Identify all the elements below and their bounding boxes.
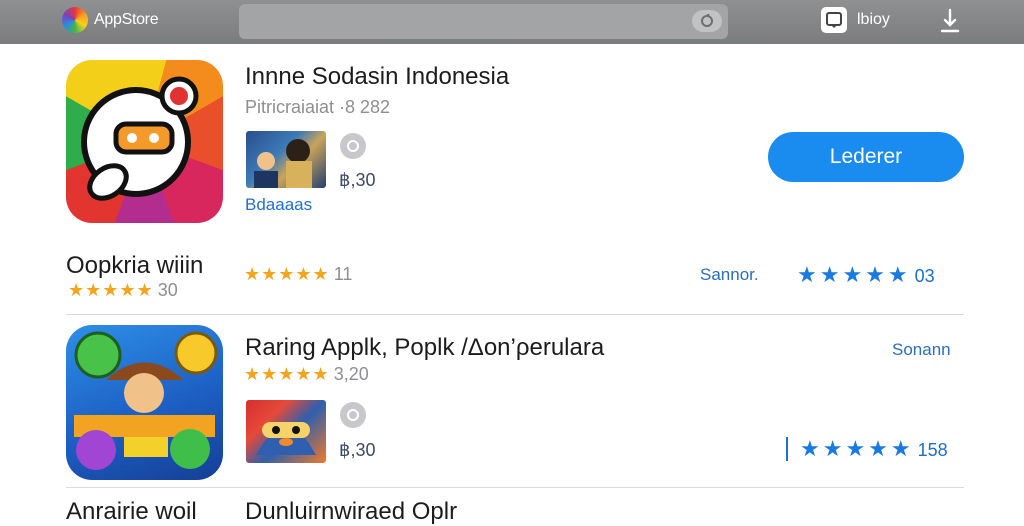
info-icon[interactable]: [340, 133, 366, 159]
app-logo-icon[interactable]: [62, 7, 88, 33]
star-icon: ★★★★★: [244, 264, 330, 284]
app-icon-1[interactable]: [66, 60, 223, 223]
app-title-1[interactable]: Innne Sodasin Indonesia: [245, 63, 509, 91]
screenshot-thumbnail-1[interactable]: [246, 131, 326, 188]
account-label[interactable]: lbioy: [857, 11, 890, 29]
divider: [66, 314, 964, 315]
bottom-mid-title[interactable]: Dunluirnwiraed Oplr: [245, 498, 457, 526]
section-rating: ★★★★★ 30: [68, 280, 178, 300]
search-input[interactable]: [239, 4, 728, 39]
section-title: Oopkria wiiin: [66, 252, 204, 279]
section-blue-rating: ★★★★★ 03: [797, 262, 935, 287]
top-bar: AppStore lbioy: [0, 0, 1024, 44]
info-icon[interactable]: [340, 402, 366, 428]
app-subtitle-1: Pitricraiaiat ·8 282: [245, 97, 391, 117]
divider-bar: [786, 437, 788, 461]
app-title-2[interactable]: Raring Applk, Poplk /Δon’ρerulara: [245, 334, 604, 362]
see-all-link[interactable]: Sannor.: [700, 265, 759, 285]
divider: [66, 487, 964, 488]
brand-label[interactable]: AppStore: [94, 11, 159, 29]
app-price-1: ฿,30: [339, 170, 376, 190]
download-icon[interactable]: [938, 7, 962, 35]
mid-rating: ★★★★★ 11: [244, 264, 353, 284]
app-icon-2[interactable]: [66, 325, 223, 480]
star-icon: ★★★★★: [68, 280, 154, 300]
developer-link[interactable]: Bdaaaas: [245, 195, 312, 215]
app-price-2: ฿,30: [339, 440, 376, 460]
screenshot-thumbnail-2[interactable]: [246, 400, 326, 463]
app-rating-2: ★★★★★ 3,20: [244, 364, 369, 384]
see-all-link-2[interactable]: Sonann: [892, 340, 951, 360]
get-button[interactable]: Lederer: [768, 132, 964, 182]
account-icon[interactable]: [821, 7, 847, 33]
search-icon[interactable]: [692, 10, 722, 32]
star-icon: ★★★★★: [797, 262, 911, 287]
app-blue-rating-2: ★★★★★ 158: [800, 436, 948, 461]
star-icon: ★★★★★: [800, 436, 914, 461]
star-icon: ★★★★★: [244, 364, 330, 384]
bottom-left-title: Anrairie woil: [66, 498, 197, 525]
